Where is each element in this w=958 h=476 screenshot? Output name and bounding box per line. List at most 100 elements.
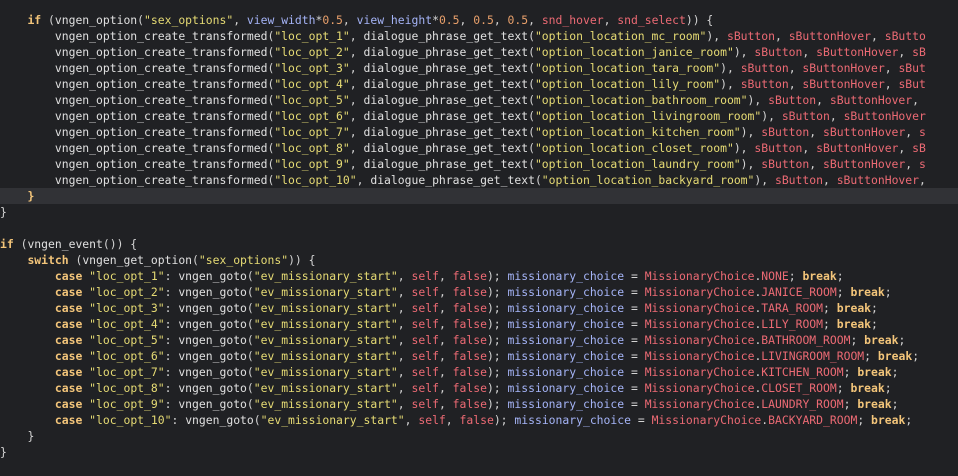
code-line[interactable]: case "loc_opt_6": vngen_goto("ev_mission…	[0, 348, 958, 364]
code-line[interactable]: }	[0, 428, 958, 444]
code-token: (	[41, 13, 55, 27]
code-token: sButtonHover	[829, 93, 913, 107]
code-token: =	[624, 301, 645, 315]
code-token: 0.5	[507, 13, 529, 27]
code-token: MissionaryChoice	[644, 285, 755, 299]
code-token: ,	[349, 93, 364, 107]
code-token: ,	[438, 397, 453, 411]
code-token: switch	[27, 253, 69, 267]
code-line[interactable]: switch (vngen_get_option("sex_options"))…	[0, 252, 958, 268]
code-token: TARA_ROOM	[761, 301, 824, 315]
code-line[interactable]: vngen_option_create_transformed ("loc_opt…	[0, 60, 958, 76]
code-token: ,	[884, 77, 899, 91]
code-token: ,	[788, 77, 803, 91]
code-token: ;	[788, 269, 803, 283]
code-line[interactable]: case "loc_opt_4": vngen_goto("ev_mission…	[0, 316, 958, 332]
code-line[interactable]: if (vngen_event()) {	[0, 236, 958, 252]
code-token: vngen_option_create_transformed	[54, 29, 268, 43]
code-token: LAUNDRY_ROOM	[761, 397, 844, 411]
code-token: ,	[905, 125, 919, 139]
code-token: ,	[829, 109, 844, 123]
code-token: "loc_opt_1"	[89, 269, 165, 283]
code-line[interactable]: vngen_option_create_transformed ("loc_opt…	[0, 76, 958, 92]
code-line-active[interactable]: }	[0, 188, 958, 204]
code-token: ,	[349, 125, 364, 139]
code-token: ,	[438, 301, 453, 315]
code-line[interactable]: vngen_option_create_transformed ("loc_opt…	[0, 92, 958, 108]
code-token: break	[871, 413, 906, 427]
code-token: vngen_option_create_transformed	[54, 173, 268, 187]
code-token: "option_location_tara_room"	[534, 61, 721, 75]
code-token: ,	[912, 93, 919, 107]
code-token: (	[528, 77, 535, 91]
code-line[interactable]: vngen_option_create_transformed ("loc_opt…	[0, 156, 958, 172]
code-line[interactable]: case "loc_opt_9": vngen_goto("ev_mission…	[0, 396, 958, 412]
code-token: dialogue_phrase_get_text	[363, 61, 529, 75]
code-token: sButton	[754, 45, 803, 59]
code-token: self	[411, 333, 439, 347]
code-token: dialogue_phrase_get_text	[363, 157, 529, 171]
code-line[interactable]: vngen_option_create_transformed ("loc_opt…	[0, 28, 958, 44]
code-token: ,	[871, 29, 885, 43]
code-editor[interactable]: if (vngen_option("sex_options", view_wid…	[0, 0, 958, 476]
code-line[interactable]: vngen_option_create_transformed ("loc_opt…	[0, 124, 958, 140]
code-token: missionary_choice	[507, 317, 625, 331]
code-token: sButton	[740, 61, 789, 75]
code-line[interactable]	[0, 220, 958, 236]
code-line[interactable]: vngen_option_create_transformed ("loc_opt…	[0, 172, 958, 188]
code-token: self	[411, 269, 439, 283]
code-line[interactable]: }	[0, 444, 958, 460]
code-line[interactable]: }	[0, 204, 958, 220]
code-token: missionary_choice	[507, 365, 625, 379]
code-token: (	[246, 397, 254, 411]
code-token: KITCHEN_ROOM	[761, 365, 844, 379]
code-line[interactable]: if (vngen_option("sex_options", view_wid…	[0, 12, 958, 28]
code-token: "ev_missionary_start"	[253, 269, 398, 283]
code-token: ),	[733, 45, 755, 59]
code-token: );	[486, 285, 508, 299]
code-token: vngen_option_create_transformed	[54, 77, 268, 91]
code-token: 0.5	[438, 13, 460, 27]
code-token: false	[452, 365, 487, 379]
code-token: vngen_option_create_transformed	[54, 125, 268, 139]
code-line[interactable]: case "loc_opt_3": vngen_goto("ev_mission…	[0, 300, 958, 316]
code-token: (	[528, 29, 535, 43]
code-line[interactable]: case "loc_opt_10": vngen_goto("ev_missio…	[0, 412, 958, 428]
code-token: (	[528, 109, 535, 123]
code-token: case	[54, 349, 83, 363]
code-token: "loc_opt_2"	[274, 45, 350, 59]
code-token: ;	[905, 413, 913, 427]
code-line[interactable]: vngen_option_create_transformed ("loc_opt…	[0, 44, 958, 60]
code-line[interactable]: case "loc_opt_7": vngen_goto("ev_mission…	[0, 364, 958, 380]
code-token: sButton	[726, 29, 775, 43]
code-token: :	[164, 301, 179, 315]
code-token: MissionaryChoice	[651, 413, 762, 427]
code-line[interactable]: case "loc_opt_2": vngen_goto("ev_mission…	[0, 284, 958, 300]
code-token: :	[164, 333, 179, 347]
code-token: )) {	[685, 13, 714, 27]
code-line[interactable]: vngen_option_create_transformed ("loc_opt…	[0, 108, 958, 124]
code-token: );	[486, 365, 508, 379]
code-token: dialogue_phrase_get_text	[363, 77, 529, 91]
code-line[interactable]: case "loc_opt_8": vngen_goto("ev_mission…	[0, 380, 958, 396]
code-token: "ev_missionary_start"	[253, 333, 398, 347]
code-token: "loc_opt_4"	[89, 317, 165, 331]
code-token: vngen_goto	[178, 381, 247, 395]
code-token: if	[0, 237, 14, 251]
code-token: }	[27, 429, 35, 443]
code-line[interactable]: vngen_option_create_transformed ("loc_opt…	[0, 140, 958, 156]
code-line[interactable]: case "loc_opt_1": vngen_goto("ev_mission…	[0, 268, 958, 284]
code-token: "ev_missionary_start"	[253, 365, 398, 379]
code-line[interactable]: case "loc_opt_5": vngen_goto("ev_mission…	[0, 332, 958, 348]
code-token: "ev_missionary_start"	[253, 349, 398, 363]
code-token: ,	[493, 13, 508, 27]
code-token: "option_location_bathroom_room"	[534, 93, 748, 107]
code-token: )) {	[288, 253, 316, 267]
code-token: ;	[843, 397, 858, 411]
